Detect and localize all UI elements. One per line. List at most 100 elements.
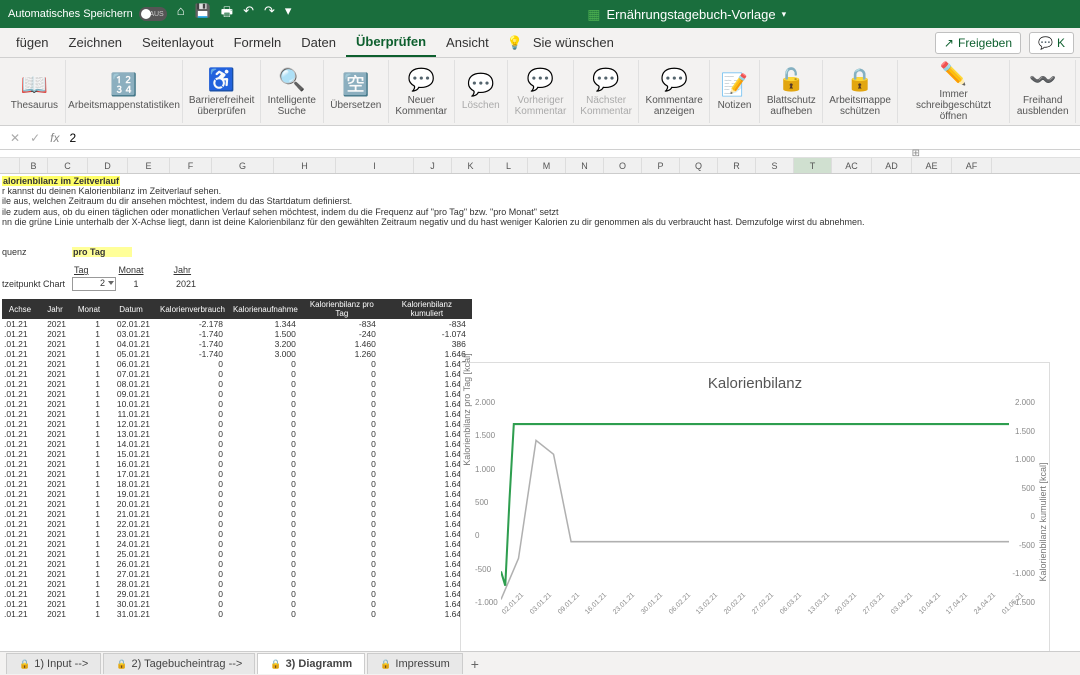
tab-überprüfen[interactable]: Überprüfen: [346, 28, 436, 57]
table-row[interactable]: .01.212021123.01.210001.646: [2, 529, 472, 539]
formula-value[interactable]: 2: [69, 131, 76, 145]
add-sheet-button[interactable]: +: [465, 656, 485, 672]
redo-icon[interactable]: ↷: [264, 3, 275, 25]
sheet-tab[interactable]: 🔒3) Diagramm: [257, 653, 365, 674]
col-header-AC[interactable]: AC: [832, 158, 872, 173]
sheet-tab[interactable]: 🔒Impressum: [367, 653, 463, 674]
table-row[interactable]: .01.212021121.01.210001.646: [2, 509, 472, 519]
ribbon-thesaurus[interactable]: 📖Thesaurus: [4, 60, 66, 123]
col-header-M[interactable]: M: [528, 158, 566, 173]
tab-zeichnen[interactable]: Zeichnen: [59, 29, 132, 56]
col-header-K[interactable]: K: [452, 158, 490, 173]
table-row[interactable]: .01.212021106.01.210001.646: [2, 359, 472, 369]
col-header-B[interactable]: B: [20, 158, 48, 173]
chart[interactable]: Kalorienbilanz Kalorienbilanz pro Tag [k…: [460, 362, 1050, 672]
table-row[interactable]: .01.212021124.01.210001.646: [2, 539, 472, 549]
col-header-O[interactable]: O: [604, 158, 642, 173]
confirm-icon[interactable]: ✓: [30, 131, 40, 145]
ribbon-intelligente[interactable]: 🔍IntelligenteSuche: [261, 60, 324, 123]
table-row[interactable]: .01.212021126.01.210001.646: [2, 559, 472, 569]
table-row[interactable]: .01.212021103.01.21-1.7401.500-240-1.074: [2, 329, 472, 339]
col-header-N[interactable]: N: [566, 158, 604, 173]
tell-me[interactable]: Sie wünschen: [523, 29, 624, 56]
table-row[interactable]: .01.212021131.01.210001.646: [2, 609, 472, 619]
table-row[interactable]: .01.212021130.01.210001.646: [2, 599, 472, 609]
col-header-J[interactable]: J: [414, 158, 452, 173]
fx-button[interactable]: fx: [50, 131, 59, 145]
undo-icon[interactable]: ↶: [243, 3, 254, 25]
table-row[interactable]: .01.212021120.01.210001.646: [2, 499, 472, 509]
col-header-Q[interactable]: Q: [680, 158, 718, 173]
tag-input[interactable]: 2: [72, 277, 116, 291]
ribbon-barrierefreiheit[interactable]: ♿Barrierefreiheitüberprüfen: [183, 60, 261, 123]
ribbon-kommentare[interactable]: 💬Kommentareanzeigen: [639, 60, 709, 123]
table-row[interactable]: .01.212021102.01.21-2.1781.344-834-834: [2, 319, 472, 329]
ribbon-notizen[interactable]: 📝Notizen: [710, 60, 760, 123]
table-row[interactable]: .01.212021127.01.210001.646: [2, 569, 472, 579]
col-header-R[interactable]: R: [718, 158, 756, 173]
col-header-H[interactable]: H: [274, 158, 336, 173]
col-header-C[interactable]: C: [48, 158, 88, 173]
ribbon-blattschutz[interactable]: 🔓Blattschutzaufheben: [760, 60, 823, 123]
print-icon[interactable]: 🖶: [221, 3, 233, 25]
col-header-L[interactable]: L: [490, 158, 528, 173]
monat-value[interactable]: 1: [116, 279, 156, 289]
ribbon-freihand[interactable]: 〰️Freihandausblenden: [1010, 60, 1076, 123]
toggle-switch[interactable]: AUS: [139, 7, 167, 21]
col-header-P[interactable]: P: [642, 158, 680, 173]
col-header-AE[interactable]: AE: [912, 158, 952, 173]
expand-icon[interactable]: ⊞: [912, 148, 920, 159]
tab-daten[interactable]: Daten: [291, 29, 346, 56]
table-row[interactable]: .01.212021110.01.210001.646: [2, 399, 472, 409]
col-header-S[interactable]: S: [756, 158, 794, 173]
table-row[interactable]: .01.212021114.01.210001.646: [2, 439, 472, 449]
col-header-T[interactable]: T: [794, 158, 832, 173]
col-header-D[interactable]: D: [88, 158, 128, 173]
tab-formeln[interactable]: Formeln: [224, 29, 292, 56]
table-row[interactable]: .01.212021118.01.210001.646: [2, 479, 472, 489]
tab-fügen[interactable]: fügen: [6, 29, 59, 56]
ribbon-immer-schreibgeschützt[interactable]: ✏️Immer schreibgeschütztöffnen: [898, 60, 1011, 123]
table-row[interactable]: .01.212021104.01.21-1.7403.2001.460386: [2, 339, 472, 349]
comments-button[interactable]: 💬 K: [1029, 32, 1074, 54]
table-row[interactable]: .01.212021112.01.210001.646: [2, 419, 472, 429]
sheet-tab[interactable]: 🔒1) Input -->: [6, 653, 101, 674]
table-row[interactable]: .01.212021128.01.210001.646: [2, 579, 472, 589]
tab-seitenlayout[interactable]: Seitenlayout: [132, 29, 224, 56]
col-header-I[interactable]: I: [336, 158, 414, 173]
table-row[interactable]: .01.212021111.01.210001.646: [2, 409, 472, 419]
freq-value[interactable]: pro Tag: [72, 247, 132, 257]
cancel-icon[interactable]: ✕: [10, 131, 20, 145]
table-row[interactable]: .01.212021122.01.210001.646: [2, 519, 472, 529]
ribbon-übersetzen[interactable]: 🈳Übersetzen: [324, 60, 389, 123]
title-dropdown-icon[interactable]: ▾: [782, 9, 787, 20]
share-button[interactable]: ↗ Freigeben: [935, 32, 1021, 54]
col-header-F[interactable]: F: [170, 158, 212, 173]
sheet-tab[interactable]: 🔒2) Tagebucheintrag -->: [103, 653, 255, 674]
jahr-value[interactable]: 2021: [156, 279, 216, 289]
table-row[interactable]: .01.212021115.01.210001.646: [2, 449, 472, 459]
table-row[interactable]: .01.212021107.01.210001.646: [2, 369, 472, 379]
col-header-E[interactable]: E: [128, 158, 170, 173]
table-row[interactable]: .01.212021105.01.21-1.7403.0001.2601.646: [2, 349, 472, 359]
col-header-AF[interactable]: AF: [952, 158, 992, 173]
table-row[interactable]: .01.212021117.01.210001.646: [2, 469, 472, 479]
col-header-G[interactable]: G: [212, 158, 274, 173]
ribbon-neuer[interactable]: 💬NeuerKommentar: [389, 60, 455, 123]
home-icon[interactable]: ⌂: [177, 3, 185, 25]
qat-dropdown-icon[interactable]: ▾: [285, 3, 292, 25]
table-row[interactable]: .01.212021125.01.210001.646: [2, 549, 472, 559]
autosave-toggle[interactable]: Automatisches Speichern AUS: [8, 7, 167, 21]
table-row[interactable]: .01.212021108.01.210001.646: [2, 379, 472, 389]
col-header-AD[interactable]: AD: [872, 158, 912, 173]
tab-ansicht[interactable]: Ansicht: [436, 29, 499, 56]
table-row[interactable]: .01.212021116.01.210001.646: [2, 459, 472, 469]
ribbon-arbeitsmappe[interactable]: 🔒Arbeitsmappeschützen: [823, 60, 897, 123]
table-row[interactable]: .01.212021119.01.210001.646: [2, 489, 472, 499]
col-header-[interactable]: [0, 158, 20, 173]
table-row[interactable]: .01.212021129.01.210001.646: [2, 589, 472, 599]
table-row[interactable]: .01.212021109.01.210001.646: [2, 389, 472, 399]
worksheet[interactable]: alorienbilanz im Zeitverlauf r kannst du…: [0, 174, 1080, 619]
ribbon-arbeitsmappenstatistiken[interactable]: 🔢Arbeitsmappenstatistiken: [66, 60, 183, 123]
table-row[interactable]: .01.212021113.01.210001.646: [2, 429, 472, 439]
